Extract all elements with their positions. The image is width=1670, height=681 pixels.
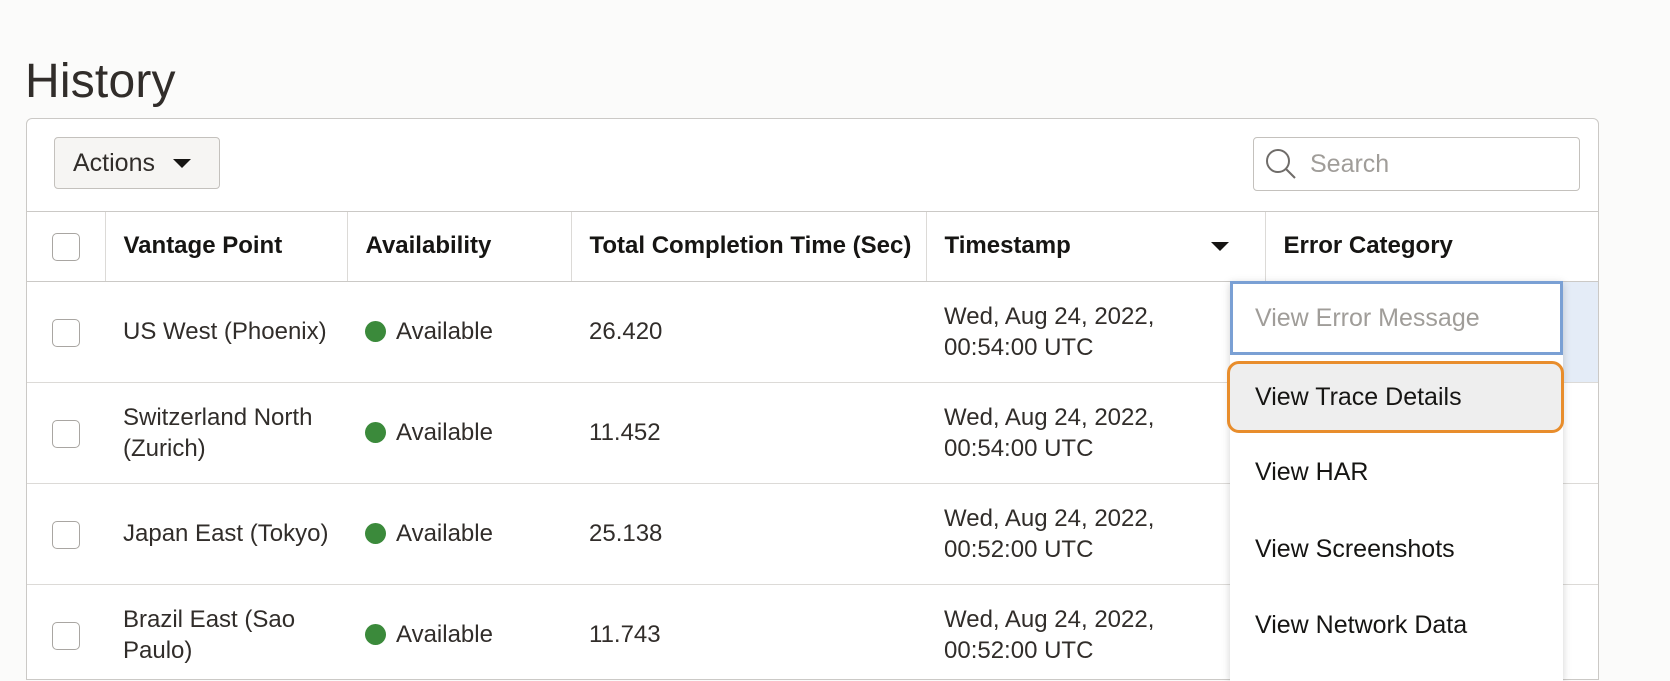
- vantage-point-cell: Brazil East (Sao Paulo): [105, 584, 347, 679]
- status-dot-icon: [365, 321, 386, 342]
- row-checkbox[interactable]: [52, 318, 80, 347]
- completion-time-cell: 11.743: [571, 584, 926, 679]
- row-checkbox[interactable]: [52, 621, 80, 650]
- row-checkbox[interactable]: [52, 520, 80, 549]
- column-header-timestamp[interactable]: Timestamp: [926, 212, 1266, 282]
- table-toolbar: Actions: [27, 119, 1598, 212]
- search-icon: [1266, 149, 1296, 179]
- timestamp-cell: Wed, Aug 24, 2022, 00:52:00 UTC: [926, 483, 1265, 585]
- vantage-point-cell: US West (Phoenix): [105, 281, 347, 383]
- menu-item-view-network-data[interactable]: View Network Data: [1230, 589, 1563, 662]
- status-dot-icon: [365, 624, 386, 645]
- vantage-point-cell: Switzerland North (Zurich): [105, 382, 347, 484]
- vantage-point-cell: Japan East (Tokyo): [105, 483, 347, 585]
- completion-time-cell: 11.452: [571, 382, 926, 484]
- menu-item-view-error-message: View Error Message: [1230, 281, 1563, 355]
- availability-cell: Available: [347, 483, 571, 585]
- availability-text: Available: [396, 520, 493, 547]
- select-all-checkbox[interactable]: [51, 232, 80, 261]
- column-header-completion-time[interactable]: Total Completion Time (Sec): [571, 212, 927, 282]
- search-input[interactable]: [1308, 148, 1572, 180]
- column-header-availability[interactable]: Availability: [347, 212, 572, 282]
- completion-time-cell: 26.420: [571, 281, 926, 383]
- row-select-cell: [27, 281, 105, 383]
- availability-cell: Available: [347, 382, 571, 484]
- availability-text: Available: [396, 621, 493, 648]
- availability-text: Available: [396, 419, 493, 446]
- status-dot-icon: [365, 422, 386, 443]
- actions-menu-button[interactable]: Actions: [54, 137, 220, 189]
- completion-time-cell: 25.138: [571, 483, 926, 585]
- menu-item-view-har[interactable]: View HAR: [1230, 436, 1563, 509]
- availability-text: Available: [396, 318, 493, 345]
- column-header-error-category[interactable]: Error Category: [1265, 212, 1598, 282]
- menu-item-view-trace-details[interactable]: View Trace Details: [1227, 361, 1564, 433]
- timestamp-cell: Wed, Aug 24, 2022, 00:54:00 UTC: [926, 281, 1265, 383]
- timestamp-header-label: Timestamp: [944, 232, 1071, 260]
- availability-cell: Available: [347, 281, 571, 383]
- menu-item-view-screenshots[interactable]: View Screenshots: [1230, 513, 1563, 586]
- row-select-cell: [27, 584, 105, 679]
- row-select-cell: [27, 382, 105, 484]
- row-context-menu: View Error Message View Trace Details Vi…: [1227, 281, 1564, 681]
- actions-label: Actions: [73, 148, 155, 177]
- row-checkbox[interactable]: [52, 419, 80, 448]
- select-all-cell: [27, 212, 106, 282]
- sort-descending-icon[interactable]: [1210, 242, 1229, 251]
- header-row: Vantage Point Availability Total Complet…: [27, 212, 1598, 282]
- search-field[interactable]: [1253, 137, 1580, 191]
- timestamp-cell: Wed, Aug 24, 2022, 00:52:00 UTC: [926, 584, 1265, 679]
- availability-cell: Available: [347, 584, 571, 679]
- column-header-vantage-point[interactable]: Vantage Point: [105, 212, 348, 282]
- timestamp-cell: Wed, Aug 24, 2022, 00:54:00 UTC: [926, 382, 1265, 484]
- row-select-cell: [27, 483, 105, 585]
- caret-down-icon: [172, 158, 191, 168]
- status-dot-icon: [365, 523, 386, 544]
- page-title: History: [25, 55, 176, 109]
